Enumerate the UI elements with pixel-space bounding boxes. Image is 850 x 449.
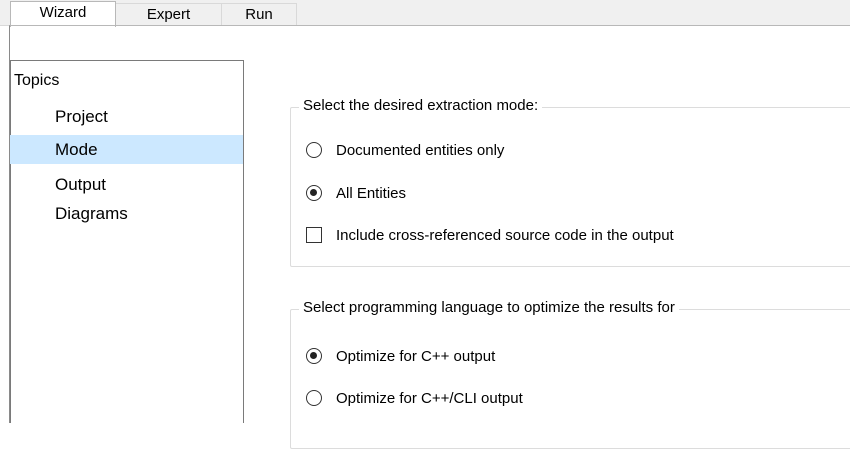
radio-circle[interactable] bbox=[306, 390, 322, 406]
topic-item-output[interactable]: Output bbox=[10, 170, 243, 199]
topic-item-project[interactable]: Project bbox=[10, 102, 243, 131]
tab-wizard[interactable]: Wizard bbox=[10, 1, 116, 27]
tab-run[interactable]: Run bbox=[221, 3, 297, 26]
radio-circle[interactable] bbox=[306, 185, 322, 201]
topic-item-mode[interactable]: Mode bbox=[10, 135, 243, 164]
language-group bbox=[290, 309, 850, 449]
tab-expert[interactable]: Expert bbox=[115, 3, 222, 26]
extraction-mode-legend: Select the desired extraction mode: bbox=[299, 97, 543, 114]
tab-bar: Expert Run Wizard bbox=[0, 0, 850, 27]
topics-title: Topics bbox=[14, 72, 60, 89]
topic-item-diagrams[interactable]: Diagrams bbox=[10, 199, 243, 228]
checkbox-box[interactable] bbox=[306, 227, 322, 243]
radio-label: Optimize for C++/CLI output bbox=[336, 390, 523, 407]
radio-circle[interactable] bbox=[306, 348, 322, 364]
language-legend: Select programming language to optimize … bbox=[299, 299, 679, 316]
radio-label: Documented entities only bbox=[336, 142, 505, 159]
radio-label: All Entities bbox=[336, 185, 407, 202]
radio-label: Optimize for C++ output bbox=[336, 348, 496, 365]
checkbox-label: Include cross-referenced source code in … bbox=[336, 227, 674, 244]
radio-circle[interactable] bbox=[306, 142, 322, 158]
